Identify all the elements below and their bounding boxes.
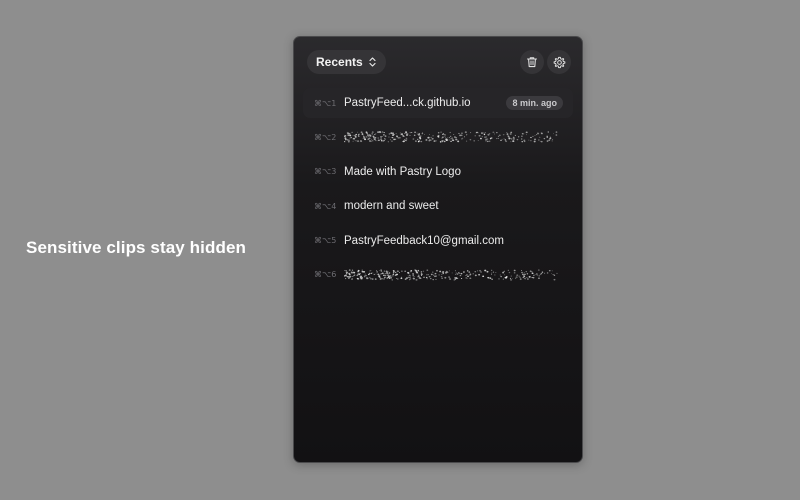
clip-row-2[interactable]: ⌘⌥2: [303, 122, 573, 152]
trash-icon: [526, 57, 538, 68]
hidden-content-mask: [344, 269, 558, 281]
clear-clips-button[interactable]: [520, 50, 544, 74]
clip-shortcut: ⌘⌥6: [314, 270, 337, 280]
caption: Sensitive clips stay hidden: [26, 238, 246, 257]
clip-text: Made with Pastry Logo: [344, 165, 461, 178]
hidden-content-mask: [344, 131, 558, 144]
recents-label: Recents: [316, 55, 363, 69]
clip-row-4[interactable]: ⌘⌥4 modern and sweet: [303, 191, 573, 221]
app-screenshot: Sensitive clips stay hidden Recents ⌘⌥1 …: [0, 0, 800, 500]
gear-icon: [553, 56, 565, 68]
clipboard-panel: Recents ⌘⌥1 PastryFeed...ck.github.io 8 …: [293, 36, 583, 463]
clip-row-6[interactable]: ⌘⌥6: [303, 260, 573, 290]
settings-button[interactable]: [547, 50, 571, 74]
recents-dropdown[interactable]: Recents: [307, 50, 386, 74]
clip-shortcut: ⌘⌥2: [314, 132, 337, 142]
clip-shortcut: ⌘⌥5: [314, 236, 337, 246]
clip-text: PastryFeedback10@gmail.com: [344, 234, 504, 247]
clip-shortcut: ⌘⌥4: [314, 201, 337, 211]
panel-header: Recents: [294, 37, 582, 89]
time-badge: 8 min. ago: [506, 96, 563, 110]
clip-shortcut: ⌘⌥1: [314, 98, 337, 108]
clip-row-3[interactable]: ⌘⌥3 Made with Pastry Logo: [303, 157, 573, 187]
clip-list: ⌘⌥1 PastryFeed...ck.github.io 8 min. ago…: [303, 88, 573, 294]
clip-row-5[interactable]: ⌘⌥5 PastryFeedback10@gmail.com: [303, 226, 573, 256]
clip-shortcut: ⌘⌥3: [314, 167, 337, 177]
chevron-up-down-icon: [369, 57, 376, 67]
clip-row-1[interactable]: ⌘⌥1 PastryFeed...ck.github.io 8 min. ago: [303, 88, 573, 118]
clip-text: modern and sweet: [344, 200, 439, 213]
